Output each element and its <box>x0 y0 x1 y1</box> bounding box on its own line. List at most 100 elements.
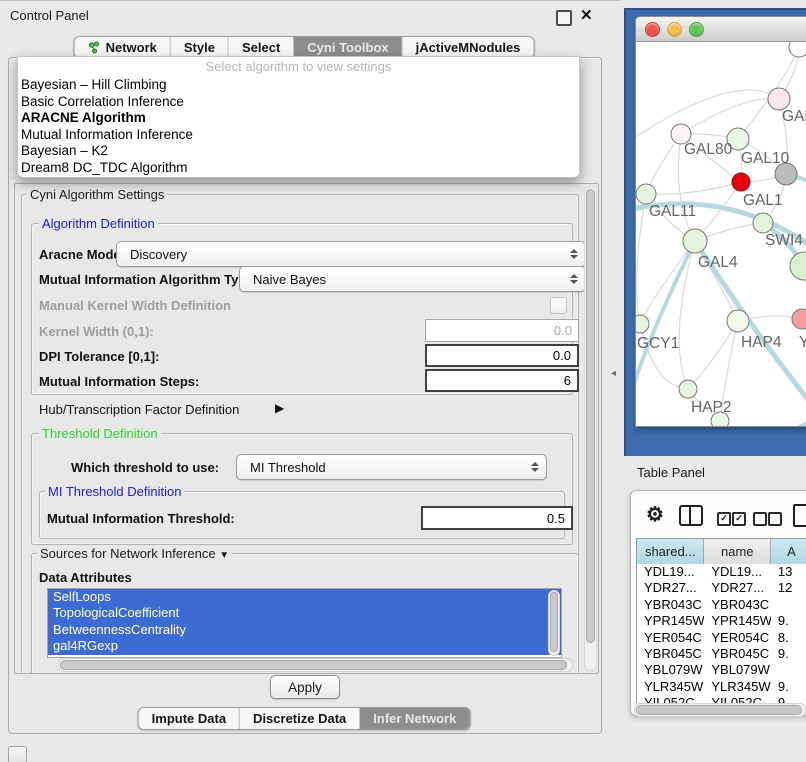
tab-network[interactable]: Network <box>75 37 170 58</box>
network-node-gal11[interactable] <box>636 184 656 204</box>
minimized-panel-icon[interactable] <box>8 746 27 762</box>
attribute-item[interactable]: BetweennessCentrality <box>48 622 561 638</box>
table-cell: 12 <box>771 580 806 596</box>
table-row[interactable]: YBL079WYBL079W <box>637 662 806 678</box>
splitter-arrow-icon[interactable]: ◂ <box>611 368 616 379</box>
stepper-icon <box>567 271 580 287</box>
algorithm-option[interactable]: ARACNE Algorithm <box>18 110 579 127</box>
table-row[interactable]: YLR345WYLR345W9. <box>637 679 806 695</box>
column-header-name[interactable]: name <box>704 539 771 564</box>
bottom-tab-infer-network[interactable]: Infer Network <box>359 708 469 729</box>
network-node-hap2[interactable] <box>679 380 697 398</box>
application-window: Control Panel ✕ NetworkStyleSelectCyni T… <box>0 0 806 762</box>
attributes-scrollbar-thumb[interactable] <box>550 592 558 652</box>
aracne-mode-select[interactable]: Discovery <box>116 241 586 267</box>
split-columns-icon[interactable] <box>679 505 703 526</box>
tab-jactivemnodules[interactable]: jActiveMNodules <box>402 37 534 58</box>
network-node-hap4[interactable] <box>727 310 749 332</box>
bottom-tab-label: Discretize Data <box>253 711 346 726</box>
mi-algorithm-type-label: Mutual Information Algorithm Type: <box>39 272 258 287</box>
sources-collapse-arrow-icon[interactable]: ▼ <box>219 550 229 561</box>
node-label: GAL4 <box>698 254 738 271</box>
table-cell: 8. <box>771 630 806 646</box>
network-node-swi4[interactable] <box>753 213 773 233</box>
float-panel-icon[interactable] <box>556 10 572 26</box>
which-threshold-select[interactable]: MI Threshold <box>236 454 547 480</box>
dpi-tolerance-field[interactable]: 0.0 <box>425 344 579 367</box>
mi-threshold-field[interactable]: 0.5 <box>421 506 573 530</box>
network-node-gal4[interactable] <box>683 229 707 253</box>
network-node[interactable] <box>790 252 806 280</box>
manual-kernel-checkbox[interactable] <box>550 297 567 314</box>
algorithm-option[interactable]: Mutual Information Inference <box>18 127 579 144</box>
network-edge <box>752 412 806 426</box>
network-canvas[interactable]: GAL7GAL80GAL10GAL1GAL11SWI4GAL4GCY1HAP4Y… <box>636 42 806 426</box>
network-node-gal1[interactable] <box>732 173 750 191</box>
table-row[interactable]: YBR045CYBR045C9. <box>637 646 806 662</box>
tab-label: Style <box>184 40 215 55</box>
apply-button[interactable]: Apply <box>270 675 340 699</box>
table-row[interactable]: YIL052CYIL052C9. <box>637 695 806 703</box>
attribute-item[interactable]: SelfLoops <box>48 589 561 605</box>
close-window-button[interactable] <box>645 22 660 37</box>
network-edge <box>646 182 741 194</box>
table-cell: YIL052C <box>637 695 704 703</box>
stepper-icon <box>528 459 541 475</box>
dpi-tolerance-label: DPI Tolerance [0,1]: <box>39 349 159 364</box>
table-cell: YBR045C <box>704 646 770 662</box>
select-all-checkbox-icon[interactable]: ✓ <box>732 512 746 526</box>
table-row[interactable]: YDR27...YDR27...12 <box>637 580 806 596</box>
mi-steps-field[interactable]: 6 <box>425 369 579 392</box>
algorithm-option[interactable]: Dream8 DC_TDC Algorithm <box>18 160 579 177</box>
attribute-item[interactable]: TopologicalCoefficient <box>48 605 561 621</box>
hub-expand-arrow-icon[interactable]: ▶ <box>275 401 284 415</box>
tab-cyni-toolbox[interactable]: Cyni Toolbox <box>293 37 401 58</box>
algorithm-option[interactable]: Bayesian – Hill Climbing <box>18 77 579 94</box>
node-label: HAP4 <box>741 334 782 351</box>
close-panel-icon[interactable]: ✕ <box>580 6 593 24</box>
network-node-gal7[interactable] <box>768 88 790 110</box>
table-row[interactable]: YER054CYER054C8. <box>637 630 806 646</box>
table-cell: YER054C <box>637 630 704 646</box>
new-table-icon[interactable] <box>793 504 806 527</box>
deselect-all-checkbox-icon[interactable] <box>753 512 767 526</box>
network-node-gcy1[interactable] <box>636 315 649 333</box>
gear-icon[interactable]: ⚙ <box>646 505 664 525</box>
table-cell: YBR043C <box>637 597 704 613</box>
tab-style[interactable]: Style <box>170 37 228 58</box>
table-cell: 9. <box>771 679 806 695</box>
table-row[interactable]: YPR145WYPR145W9. <box>637 613 806 629</box>
bottom-tab-impute-data[interactable]: Impute Data <box>139 708 239 729</box>
aracne-mode-value: Discovery <box>130 247 187 262</box>
column-header-third[interactable]: A <box>771 539 806 564</box>
mi-algorithm-type-select[interactable]: Naive Bayes <box>239 266 586 292</box>
kernel-width-field[interactable]: 0.0 <box>425 319 579 342</box>
attribute-item[interactable]: gal4RGexp <box>48 638 561 654</box>
network-edge <box>637 194 646 324</box>
deselect-all-checkbox-icon[interactable] <box>768 512 782 526</box>
select-all-checkbox-icon[interactable]: ✓ <box>717 512 731 526</box>
table-cell: YPR145W <box>637 613 704 629</box>
node-label: GAL80 <box>684 141 733 158</box>
algorithm-definition-title: Algorithm Definition <box>39 216 158 231</box>
column-header-shared-name[interactable]: shared... <box>637 539 704 564</box>
network-node[interactable] <box>789 42 806 57</box>
node-label: HAP2 <box>691 399 732 416</box>
settings-vscroll-thumb[interactable] <box>586 189 595 643</box>
settings-hscroll-thumb[interactable] <box>60 660 567 670</box>
table-cell: YDL19... <box>704 564 770 580</box>
table-hscroll-thumb[interactable] <box>636 705 802 715</box>
algorithm-option[interactable]: Basic Correlation Inference <box>18 94 579 111</box>
minimize-window-button[interactable] <box>667 22 682 37</box>
zoom-window-button[interactable] <box>689 22 704 37</box>
algorithm-option[interactable]: Bayesian – K2 <box>18 143 579 160</box>
network-node-y[interactable] <box>792 309 806 329</box>
bottom-tab-discretize-data[interactable]: Discretize Data <box>239 708 359 729</box>
node-label: GCY1 <box>637 335 679 352</box>
tab-select[interactable]: Select <box>228 37 293 58</box>
table-row[interactable]: YDL19...YDL19...13 <box>637 564 806 580</box>
network-window-titlebar[interactable] <box>636 17 806 42</box>
bottom-tab-label: Impute Data <box>152 711 226 726</box>
algorithm-dropdown-popup: Select algorithm to view settings Bayesi… <box>17 56 580 178</box>
table-row[interactable]: YBR043CYBR043C <box>637 597 806 613</box>
